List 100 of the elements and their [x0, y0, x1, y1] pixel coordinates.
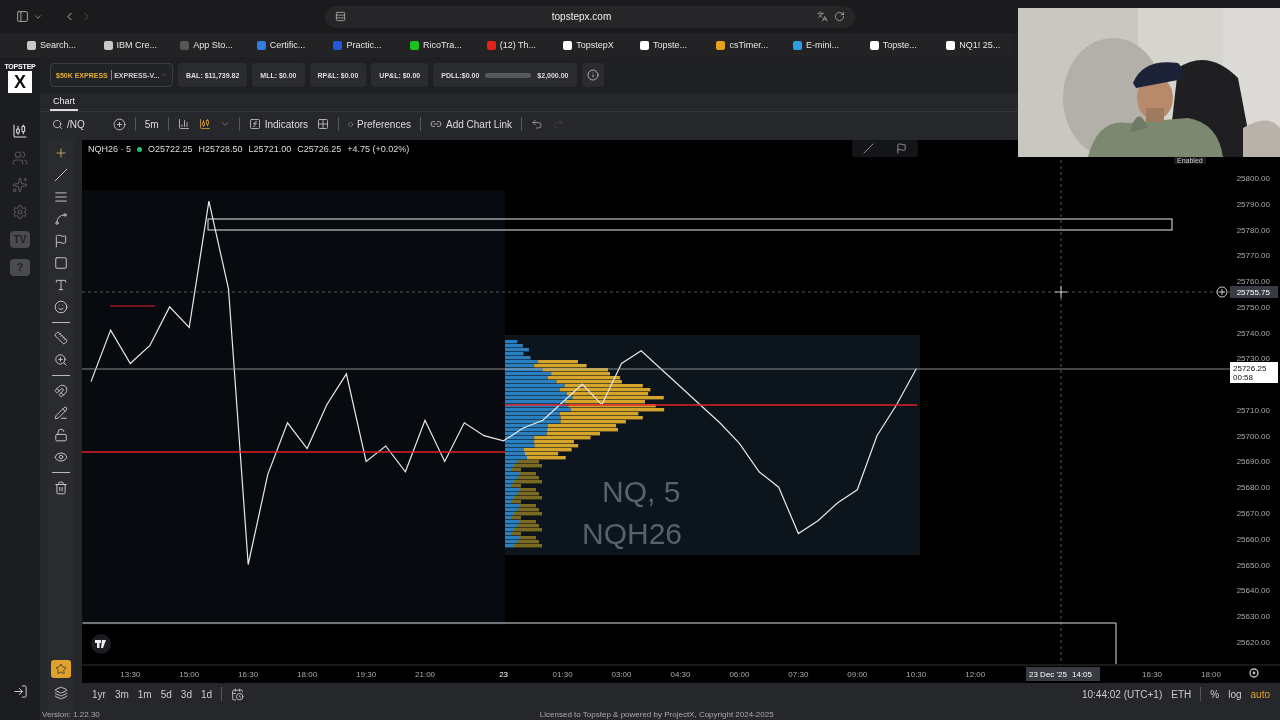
price-axis-label: 25710.00: [1236, 405, 1270, 415]
price-axis-label: 25670.00: [1236, 509, 1270, 518]
undo-icon: [531, 118, 544, 130]
ohlc-value: O25722.25: [148, 144, 193, 154]
url-text: topstepx.com: [550, 11, 613, 22]
trash-icon[interactable]: [54, 481, 68, 495]
bookmark-link[interactable]: TopstepX: [558, 36, 629, 54]
layouts-icon[interactable]: [317, 118, 330, 130]
undo-button[interactable]: [531, 118, 544, 130]
eye-icon[interactable]: [54, 450, 68, 464]
crosshair-icon[interactable]: [54, 146, 68, 160]
favorites-button[interactable]: [51, 660, 71, 678]
range-button[interactable]: 5d: [160, 688, 172, 700]
bookmark-link[interactable]: Certific...: [251, 36, 323, 54]
time-axis-label: 19:30: [356, 670, 377, 679]
interval-button[interactable]: 5m: [144, 118, 159, 130]
line-tool-icon[interactable]: [863, 143, 874, 154]
bookmark-link[interactable]: Topste...: [634, 36, 706, 54]
scale-toggle[interactable]: auto: [1250, 688, 1270, 700]
crosshair-time-label: 23 Dec '25 14:05: [1026, 667, 1100, 681]
license-text: Licensed to Topstep & powered by ProjectX, Copyright 2024-2025: [539, 709, 774, 719]
search-icon: [52, 118, 63, 130]
indicators-button[interactable]: Indicators: [248, 118, 309, 130]
range-button[interactable]: 3d: [180, 688, 192, 700]
bookmark-link[interactable]: IBM Cre...: [98, 36, 170, 54]
bookmark-link[interactable]: E-mini...: [788, 36, 859, 54]
price-axis-label: 25770.00: [1236, 251, 1270, 261]
price-axis-label: 25650.00: [1236, 560, 1270, 570]
flag-icon[interactable]: [896, 143, 907, 154]
rectangle-icon[interactable]: [54, 256, 68, 270]
ohlc-value: C25726.25: [297, 144, 342, 154]
bookmark-link[interactable]: Search...: [22, 36, 93, 54]
scale-toggle[interactable]: log: [1228, 688, 1242, 700]
dot-icon: [348, 121, 354, 127]
logo-mark: X: [8, 71, 32, 93]
last-price-label: 25726.25 00:58: [1230, 362, 1278, 383]
preferences-button[interactable]: Preferences: [348, 118, 411, 130]
bookmark-link[interactable]: App Sto...: [175, 36, 246, 54]
translate-icon[interactable]: [817, 11, 828, 22]
ruler-icon[interactable]: [54, 331, 68, 345]
trend-line-icon[interactable]: [54, 168, 68, 182]
chart-watermark: NQH26: [582, 517, 683, 550]
time-axis-label: 12:00: [965, 670, 986, 679]
bookmark-link[interactable]: NQ1! 25...: [941, 36, 1012, 54]
range-button[interactable]: 1m: [137, 688, 152, 700]
version-text: Version: 1.22.30: [42, 709, 100, 719]
price-axis-label: 25640.00: [1236, 586, 1270, 596]
time-axis-label: 01:30: [552, 670, 573, 679]
info-button[interactable]: [581, 63, 604, 87]
layers-icon[interactable]: [54, 686, 68, 700]
price-axis-label: 25790.00: [1236, 199, 1270, 209]
unlock-icon[interactable]: [54, 428, 68, 442]
time-axis-label: 13:30: [120, 670, 141, 679]
bookmark-link[interactable]: Topste...: [864, 36, 936, 54]
reload-icon[interactable]: [834, 11, 845, 22]
calendar-icon[interactable]: [231, 687, 245, 701]
bookmark-link[interactable]: RicoTra...: [405, 36, 476, 54]
add-symbol-icon[interactable]: [112, 117, 126, 131]
magnet-icon[interactable]: [54, 384, 68, 398]
time-axis-label: 23: [499, 670, 509, 679]
price-axis-label: 25680.00: [1236, 483, 1270, 493]
price-axis-label: 25620.00: [1236, 637, 1270, 647]
page-menu-icon[interactable]: [335, 11, 346, 22]
zoom-in-icon[interactable]: [54, 353, 68, 367]
time-axis-label: 21:00: [415, 670, 436, 679]
symbol-search[interactable]: /NQ: [52, 118, 85, 130]
bookmark-link[interactable]: Practic...: [328, 36, 400, 54]
range-button[interactable]: 1yr: [92, 688, 106, 700]
bookmark-link[interactable]: csTimer...: [711, 36, 783, 54]
price-axis-label: 25690.00: [1236, 457, 1270, 467]
login-icon[interactable]: [12, 684, 28, 699]
address-bar[interactable]: topstepx.com: [325, 5, 855, 28]
redo-icon: [552, 118, 565, 130]
clock-text: 10:44:02 (UTC+1): [1081, 688, 1163, 700]
text-icon[interactable]: [54, 278, 68, 292]
sidebar-icon[interactable]: [16, 10, 29, 23]
chart-tab[interactable]: Chart: [50, 93, 78, 111]
time-axis-label: 07:30: [788, 670, 809, 679]
parallel-lines-icon[interactable]: [54, 190, 68, 204]
time-axis-label: 18:00: [1201, 670, 1221, 679]
time-axis-label: 06:00: [729, 670, 750, 679]
candles-icon[interactable]: [198, 118, 211, 130]
flag-icon[interactable]: [54, 234, 68, 248]
bars-icon[interactable]: [177, 118, 190, 130]
time-axis-label: 04:30: [670, 670, 691, 679]
scale-toggle[interactable]: %: [1210, 688, 1220, 700]
star-icon: [55, 663, 67, 675]
candlestick-icon[interactable]: [12, 123, 28, 139]
crosshair-icon: [1054, 285, 1068, 299]
price-axis-label: 25660.00: [1236, 534, 1270, 544]
add-chart-link-button[interactable]: Add Chart Link: [429, 118, 513, 130]
smiley-icon[interactable]: [54, 300, 68, 314]
chart-logo-icon[interactable]: [91, 634, 111, 654]
range-button[interactable]: 3m: [114, 688, 129, 700]
function-icon: [248, 118, 261, 130]
price-axis-label: 25740.00: [1236, 328, 1270, 338]
bookmark-link[interactable]: (12) Th...: [481, 36, 553, 54]
price-axis-label: 25730.00: [1236, 354, 1270, 364]
range-button[interactable]: 1d: [200, 688, 213, 700]
session-button[interactable]: ETH: [1171, 688, 1192, 700]
